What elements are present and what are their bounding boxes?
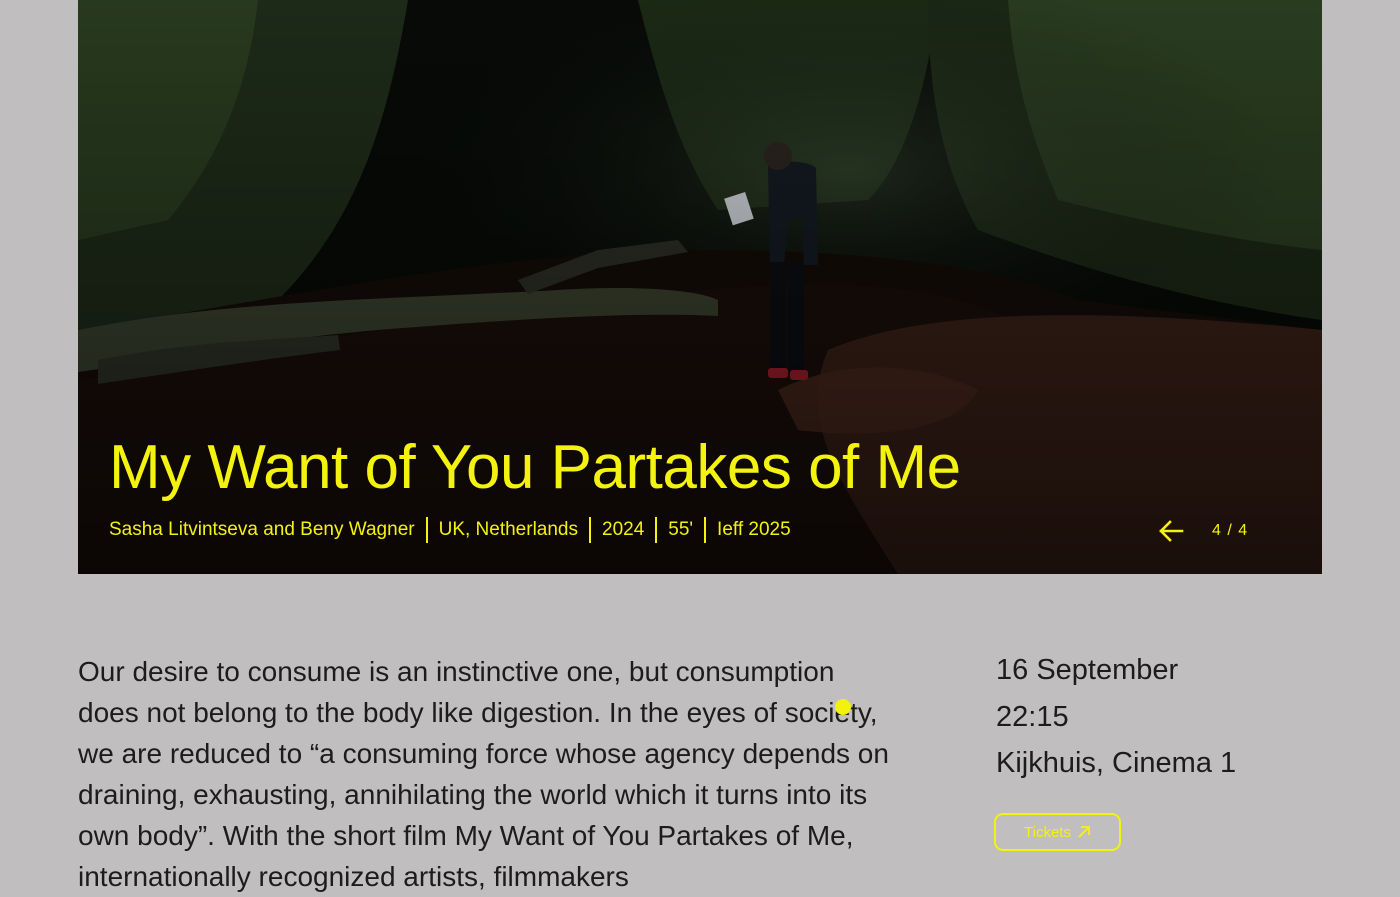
cursor-indicator [835, 699, 851, 715]
film-title: My Want of You Partakes of Me [109, 433, 961, 502]
slide-counter: 4 / 4 [1212, 522, 1249, 539]
film-duration: 55' [668, 519, 694, 540]
screening-venue: Kijkhuis, Cinema 1 [996, 747, 1237, 779]
screening-time: 22:15 [996, 700, 1069, 733]
film-meta: Sasha Litvintseva and Beny Wagner UK, Ne… [109, 517, 791, 543]
film-directors: Sasha Litvintseva and Beny Wagner [109, 519, 415, 540]
film-description: Our desire to consume is an instinctive … [78, 656, 889, 892]
tickets-button[interactable]: Tickets [994, 813, 1121, 851]
screening-date: 16 September [996, 654, 1179, 686]
meta-divider [655, 517, 658, 543]
film-year: 2024 [602, 519, 645, 540]
tickets-label: Tickets [1024, 823, 1071, 841]
arrow-left-icon[interactable] [1158, 518, 1184, 544]
slider-controls: 4 / 4 [1158, 517, 1248, 545]
meta-divider [589, 517, 591, 543]
film-festival: Ieff 2025 [717, 519, 791, 540]
hero-image: My Want of You Partakes of Me Sasha Litv… [78, 0, 1322, 574]
meta-divider [704, 517, 707, 543]
meta-divider [425, 517, 428, 543]
film-countries: UK, Netherlands [438, 519, 578, 540]
screening-info: 16 September 22:15 Kijkhuis, Cinema 1 [996, 650, 1326, 790]
arrow-up-right-icon [1078, 826, 1090, 838]
